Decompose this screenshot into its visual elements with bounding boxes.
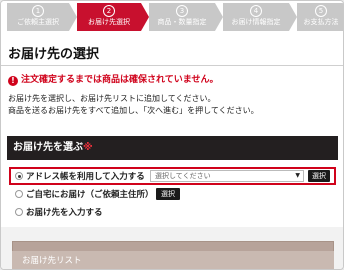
step-label: お支払方法 xyxy=(303,18,339,26)
title-divider xyxy=(1,65,343,66)
address-book-radio[interactable] xyxy=(15,172,23,180)
home-radio[interactable] xyxy=(15,190,23,198)
dropdown-arrow-icon: ▼ xyxy=(295,172,300,179)
page-frame: 1 ご依頼主選択 2 お届け先選択 3 商品・数量指定 4 お届け情報指定 5 … xyxy=(0,0,344,270)
required-mark: ※ xyxy=(83,142,93,153)
step-arrow xyxy=(141,3,149,31)
step-label: お届け情報指定 xyxy=(231,18,281,26)
warning-text: 注文確定するまでは商品は確保されていません。 xyxy=(21,75,219,85)
step-number: 4 xyxy=(250,5,262,17)
info-text-1: お届け先を選択し、お届け先リストに追加してください。 xyxy=(8,94,216,103)
step-arrow xyxy=(289,3,297,31)
step-label: ご依頼主選択 xyxy=(17,18,59,26)
section-header: お届け先を選ぶ※ xyxy=(7,136,338,160)
section-title: お届け先を選ぶ xyxy=(13,142,83,153)
stock-warning: ! 注文確定するまでは商品は確保されていません。 xyxy=(8,72,218,86)
step-4: 4 お届け情報指定 xyxy=(223,3,297,31)
info-text-2: 商品を送るお届け先をすべて追加し、「次へ進む」を押してください。 xyxy=(8,106,259,115)
step-arrow xyxy=(69,3,77,31)
address-book-select-button[interactable]: 選択 xyxy=(308,170,330,182)
manual-radio[interactable] xyxy=(15,208,23,216)
exclamation-icon: ! xyxy=(8,76,18,86)
page-title: お届け先の選択 xyxy=(8,47,100,62)
step-number: 2 xyxy=(103,5,115,17)
address-book-select[interactable]: 選択してください ▼ xyxy=(150,170,304,182)
address-book-label[interactable]: アドレス帳を利用して入力する xyxy=(26,170,145,182)
select-placeholder: 選択してください xyxy=(155,172,211,180)
step-3: 3 商品・数量指定 xyxy=(149,3,223,31)
step-arrow xyxy=(215,3,223,31)
step-label: お届け先選択 xyxy=(88,18,130,26)
step-1: 1 ご依頼主選択 xyxy=(7,3,77,31)
step-number: 5 xyxy=(315,5,327,17)
destination-list-header: お届け先リスト xyxy=(12,251,334,269)
checkout-steps: 1 ご依頼主選択 2 お届け先選択 3 商品・数量指定 4 お届け情報指定 5 … xyxy=(1,1,343,35)
home-label[interactable]: ご自宅にお届け（ご依頼主住所） xyxy=(26,188,154,200)
manual-label[interactable]: お届け先を入力する xyxy=(26,206,103,218)
home-select-button[interactable]: 選択 xyxy=(156,188,180,200)
step-number: 3 xyxy=(176,5,188,17)
step-2: 2 お届け先選択 xyxy=(77,3,149,31)
step-label: 商品・数量指定 xyxy=(157,18,207,26)
step-number: 1 xyxy=(32,5,44,17)
step-5: 5 お支払方法 xyxy=(297,3,343,31)
